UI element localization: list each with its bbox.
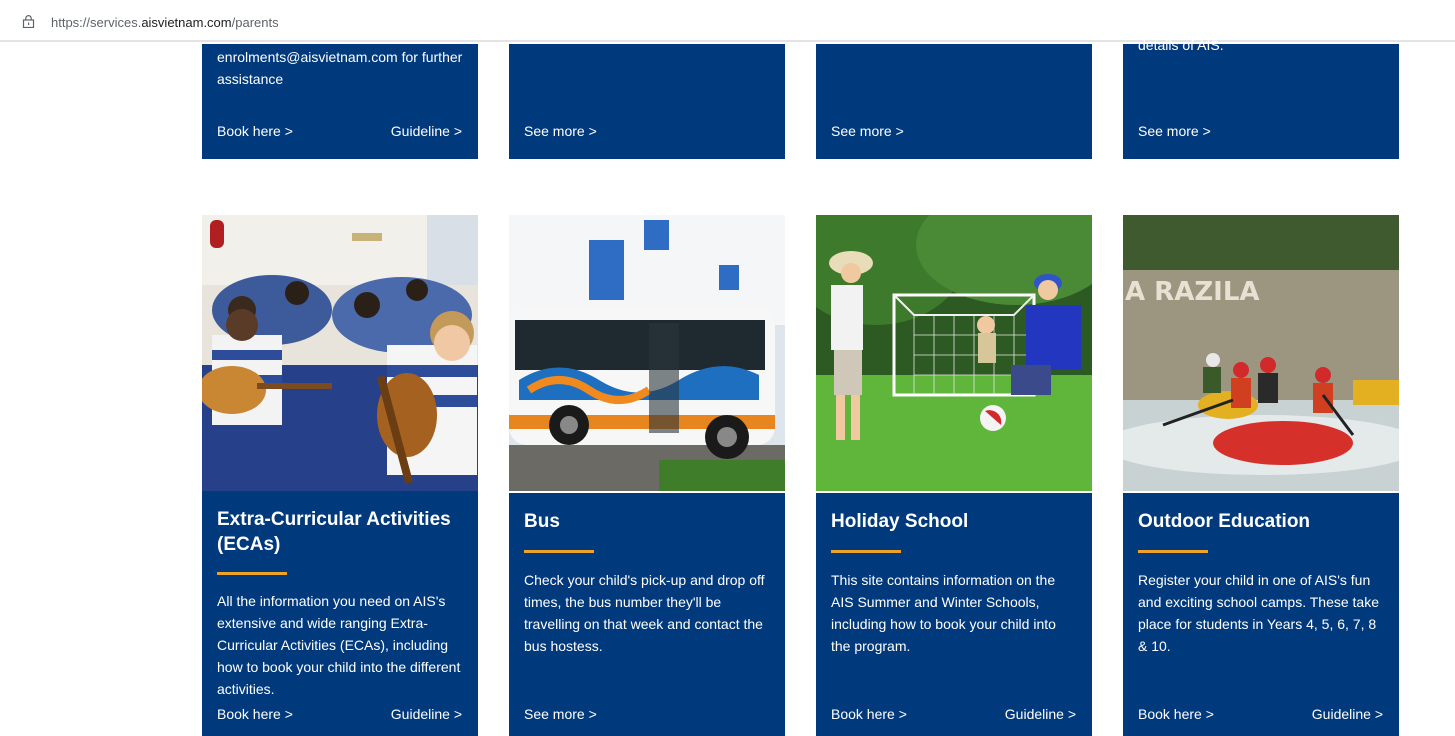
holiday-school-card: Holiday School This site contains inform… xyxy=(816,493,1092,736)
see-more-link[interactable]: See more > xyxy=(524,123,597,139)
book-here-link[interactable]: Book here > xyxy=(217,706,293,722)
lock-icon xyxy=(22,15,35,28)
rafting-sign-text: A RAZILA xyxy=(1125,277,1260,307)
see-more-link[interactable]: See more > xyxy=(831,123,904,139)
title-underline xyxy=(217,572,287,575)
guideline-link[interactable]: Guideline > xyxy=(1005,706,1076,722)
card-description: This site contains information on the AI… xyxy=(831,572,1056,654)
top-card-3: See more > xyxy=(816,44,1092,159)
holiday-school-photo[interactable] xyxy=(816,215,1092,491)
see-more-link[interactable]: See more > xyxy=(524,706,597,722)
eca-card: Extra-Curricular Activities (ECAs) All t… xyxy=(202,491,478,736)
see-more-link[interactable]: See more > xyxy=(1138,123,1211,139)
title-underline xyxy=(524,550,594,553)
book-here-link[interactable]: Book here > xyxy=(831,706,907,722)
card-title: Bus xyxy=(524,511,560,532)
top-card-4: details of AIS. See more > xyxy=(1123,37,1399,159)
url-prefix: https://services. xyxy=(51,15,142,30)
card-description: All the information you need on AIS's ex… xyxy=(217,593,461,697)
book-here-link[interactable]: Book here > xyxy=(1138,706,1214,722)
title-underline xyxy=(831,550,901,553)
book-here-link[interactable]: Book here > xyxy=(217,123,293,139)
bus-card: Bus Check your child's pick-up and drop … xyxy=(509,493,785,736)
card-text: enrolments@aisvietnam.com for further as… xyxy=(217,49,463,87)
top-card-2: See more > xyxy=(509,44,785,159)
url-domain: aisvietnam.com xyxy=(141,15,232,30)
guideline-link[interactable]: Guideline > xyxy=(391,706,462,722)
bus-photo[interactable] xyxy=(509,215,785,491)
url-text[interactable]: https://services.aisvietnam.com/parents xyxy=(51,15,279,30)
eca-photo[interactable] xyxy=(202,215,478,491)
card-title: Holiday School xyxy=(831,511,969,532)
guideline-link[interactable]: Guideline > xyxy=(1312,706,1383,722)
card-title: Extra-Curricular Activities (ECAs) xyxy=(217,509,451,555)
outdoor-education-card: Outdoor Education Register your child in… xyxy=(1123,493,1399,736)
top-card-1: enrolments@aisvietnam.com for further as… xyxy=(202,44,478,159)
card-description: Check your child's pick-up and drop off … xyxy=(524,572,765,654)
card-text-fragment: details of AIS. xyxy=(1138,37,1224,53)
title-underline xyxy=(1138,550,1208,553)
guideline-link[interactable]: Guideline > xyxy=(391,123,462,139)
card-description: Register your child in one of AIS's fun … xyxy=(1138,572,1379,654)
url-path: /parents xyxy=(231,15,279,30)
outdoor-education-photo[interactable]: A RAZILA xyxy=(1123,215,1399,491)
card-title: Outdoor Education xyxy=(1138,511,1311,532)
